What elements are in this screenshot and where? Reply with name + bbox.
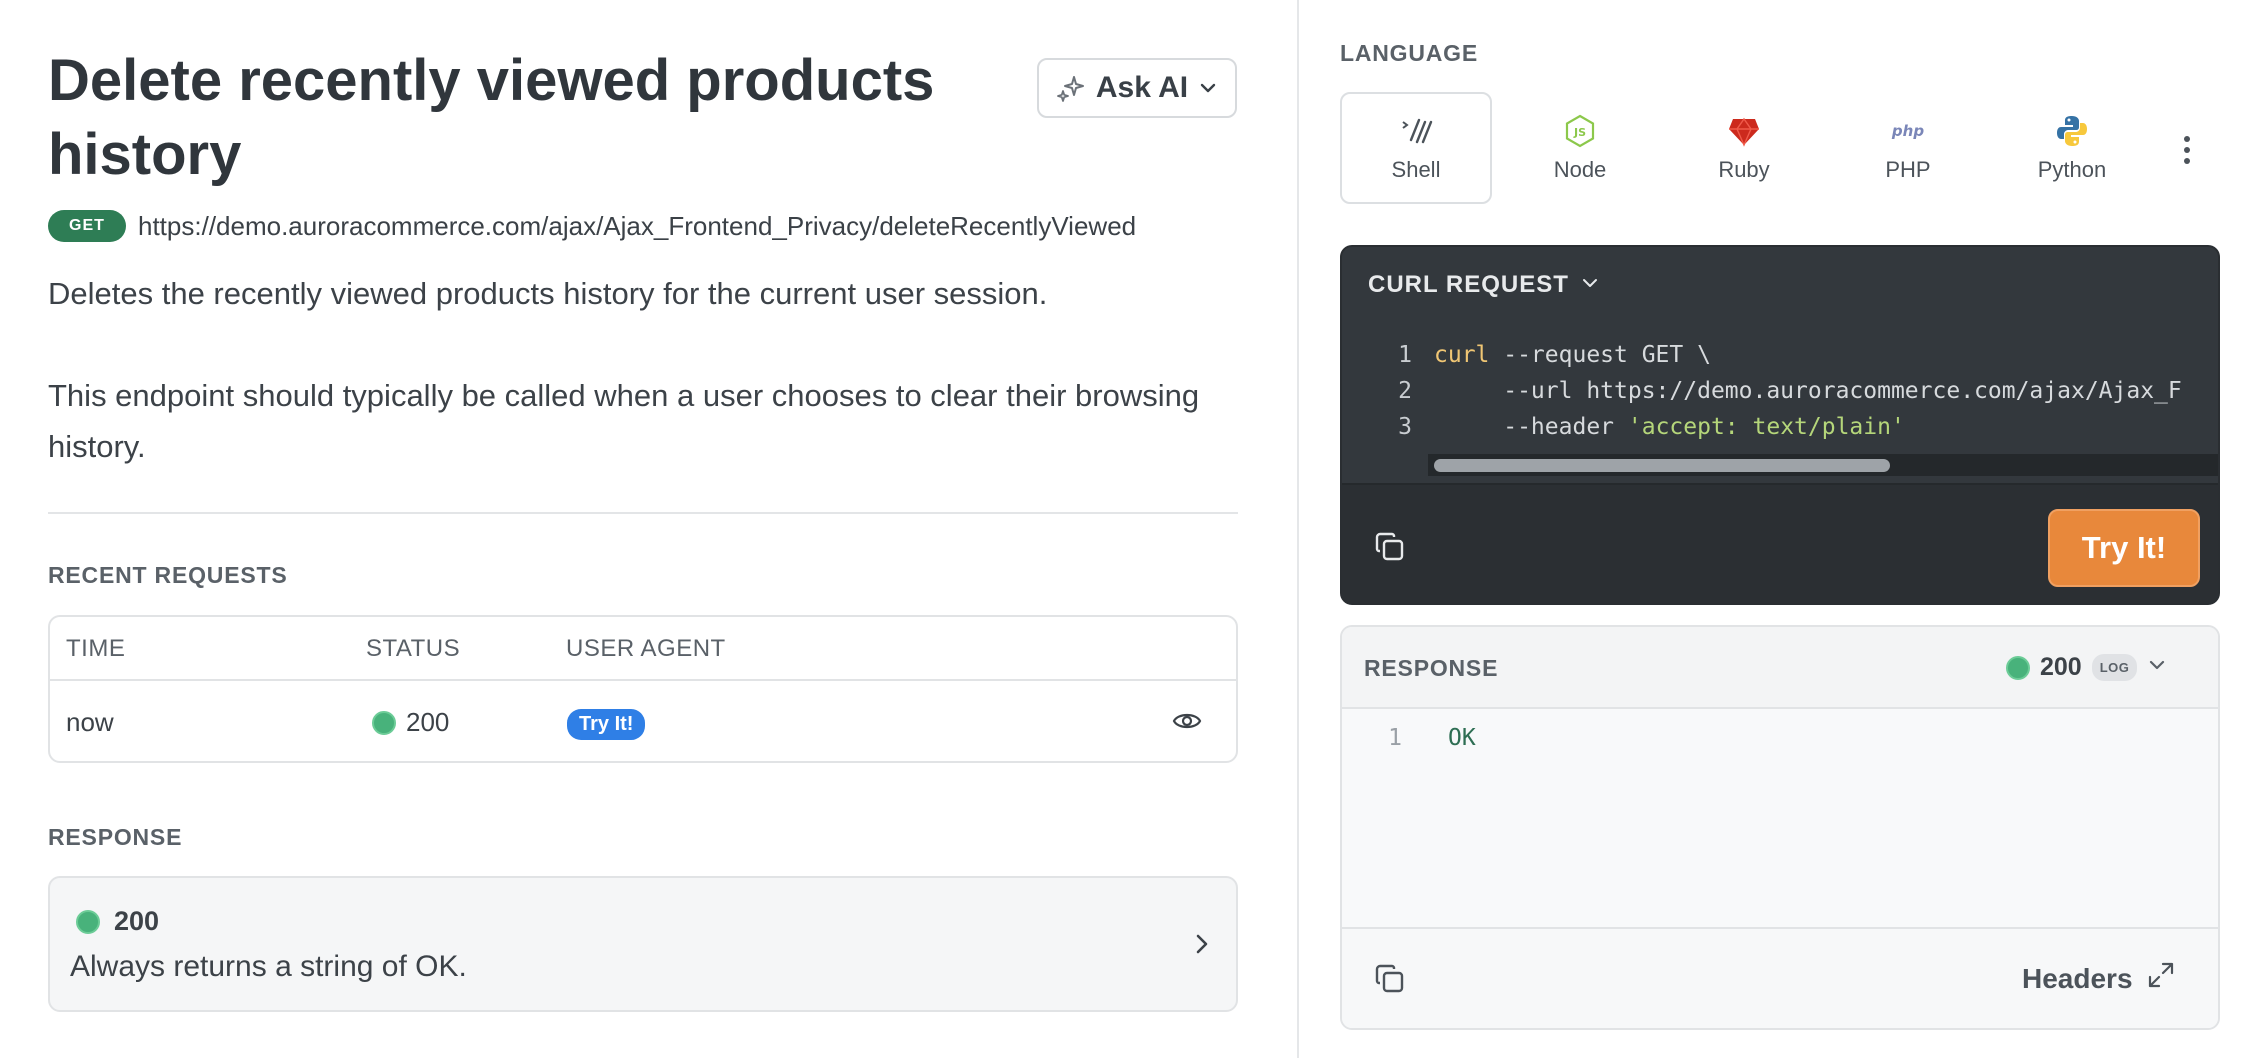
log-badge: LOG: [2091, 654, 2138, 681]
code-sample-footer: Try It!: [1342, 483, 2218, 603]
try-it-button[interactable]: Try It!: [2048, 509, 2200, 587]
status-dot-icon: [2006, 655, 2030, 680]
response-panel: RESPONSE 200 LOG 1 OK Headers: [1340, 625, 2220, 1030]
response-status-selector[interactable]: 200 LOG: [2006, 653, 2167, 682]
panel-divider: [1297, 0, 1299, 1058]
line-number: 1: [1388, 725, 1402, 751]
column-header-status: STATUS: [366, 635, 461, 662]
language-label: Python: [2037, 157, 2107, 182]
response-status-code: 200: [2040, 653, 2082, 681]
svg-text:php: php: [1891, 122, 1924, 140]
chevron-down-icon: [1198, 78, 1218, 98]
language-label: Ruby: [1718, 157, 1770, 182]
response-code-value: 200: [114, 906, 160, 936]
response-body: 1 OK: [1342, 709, 2218, 929]
page-title: Delete recently viewed products history: [48, 48, 935, 187]
sparkle-icon: [1056, 73, 1086, 103]
response-panel-header: RESPONSE 200 LOG: [1342, 627, 2218, 709]
recent-requests-table: TIME STATUS USER AGENT now 200 Try It!: [48, 615, 1238, 763]
language-label: Shell: [1391, 157, 1441, 182]
method-badge: GET: [48, 210, 126, 242]
line-number: 2: [1398, 378, 1412, 404]
user-agent-badge: Try It!: [567, 709, 646, 740]
response-panel-heading: RESPONSE: [1364, 655, 1499, 681]
divider: [48, 512, 1238, 514]
chevron-down-icon: [1581, 271, 1599, 299]
chevron-down-icon: [2147, 653, 2167, 682]
ask-ai-button[interactable]: Ask AI: [1037, 58, 1237, 118]
nodejs-icon: JS: [1564, 113, 1596, 149]
language-heading: LANGUAGE: [1340, 40, 1479, 66]
code-line: --url https://demo.auroracommerce.com/aj…: [1434, 378, 2182, 404]
chevron-right-icon: [1192, 930, 1212, 963]
headers-button[interactable]: Headers: [2022, 961, 2175, 996]
ruby-icon: [1727, 113, 1761, 149]
api-reference-page: Delete recently viewed products history …: [0, 0, 2246, 1058]
description-paragraph: This endpoint should typically be called…: [48, 378, 1200, 464]
description-paragraph: Deletes the recently viewed products his…: [48, 276, 1048, 311]
language-option-python[interactable]: Python: [1996, 92, 2148, 204]
request-time: now: [66, 707, 114, 737]
code-sample-box: CURL REQUEST 1 curl --request GET \ 2 --…: [1340, 245, 2220, 605]
response-200-card[interactable]: 200 Always returns a string of OK.: [48, 876, 1238, 1012]
table-row[interactable]: now 200 Try It!: [50, 681, 1236, 763]
column-header-user-agent: USER AGENT: [566, 635, 726, 662]
code-text: --request GET \: [1489, 342, 1711, 368]
code-text: --header: [1434, 414, 1628, 440]
code-sample-heading: CURL REQUEST: [1368, 271, 1569, 298]
table-header: TIME STATUS USER AGENT: [50, 617, 1236, 681]
headers-label: Headers: [2022, 962, 2133, 994]
response-body-text: OK: [1448, 725, 1476, 751]
column-header-time: TIME: [66, 635, 126, 662]
response-description: Always returns a string of OK.: [70, 950, 467, 983]
code-sample-selector[interactable]: CURL REQUEST: [1368, 271, 1599, 299]
language-label: PHP: [1885, 157, 1931, 182]
endpoint-description: Deletes the recently viewed products his…: [48, 268, 1238, 523]
language-option-shell[interactable]: Shell: [1340, 92, 1492, 204]
code-command: curl: [1434, 342, 1490, 368]
language-option-node[interactable]: JS Node: [1504, 92, 1656, 204]
language-option-ruby[interactable]: Ruby: [1668, 92, 1820, 204]
eye-icon[interactable]: [1172, 709, 1202, 738]
more-options-icon[interactable]: [2182, 134, 2192, 171]
php-icon: php: [1888, 113, 1928, 149]
ask-ai-label: Ask AI: [1095, 71, 1189, 104]
response-code: 200: [76, 906, 159, 937]
horizontal-scrollbar[interactable]: [1428, 454, 2218, 476]
shell-icon: [1399, 113, 1433, 149]
request-status: 200: [372, 707, 449, 738]
status-dot-icon: [372, 710, 396, 735]
svg-text:JS: JS: [1573, 126, 1586, 139]
python-icon: [2055, 113, 2089, 149]
endpoint-url: https://demo.auroracommerce.com/ajax/Aja…: [138, 210, 1137, 241]
endpoint-url-row: GET https://demo.auroracommerce.com/ajax…: [48, 210, 1136, 242]
language-picker: Shell JS Node Ruby php PHP Python: [1340, 92, 2220, 204]
code-line: curl --request GET \: [1434, 337, 1711, 373]
line-number: 1: [1398, 342, 1412, 368]
response-panel-footer: Headers: [1342, 929, 2218, 1028]
code-string: 'accept: text/plain': [1627, 414, 1905, 440]
expand-icon: [2147, 961, 2175, 996]
copy-icon[interactable]: [1374, 531, 1406, 568]
recent-requests-heading: RECENT REQUESTS: [48, 562, 288, 588]
language-label: Node: [1553, 157, 1607, 182]
scrollbar-thumb[interactable]: [1434, 459, 1890, 472]
language-option-php[interactable]: php PHP: [1832, 92, 1984, 204]
response-heading: RESPONSE: [48, 824, 183, 850]
copy-icon[interactable]: [1374, 963, 1406, 1000]
code-line: --header 'accept: text/plain': [1434, 409, 1905, 445]
status-dot-icon: [76, 909, 100, 934]
line-number: 3: [1398, 414, 1412, 440]
status-code: 200: [406, 707, 450, 737]
